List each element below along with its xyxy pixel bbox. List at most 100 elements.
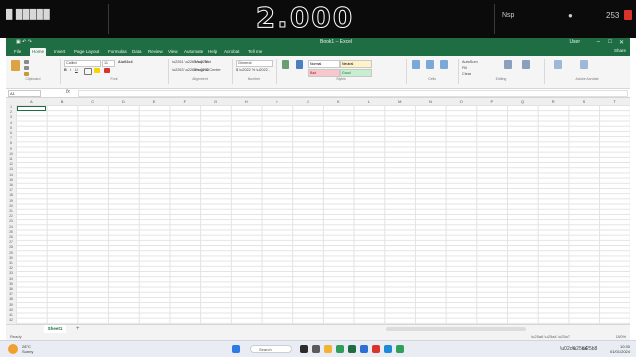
horizontal-scrollbar[interactable] — [386, 327, 526, 331]
start-icon[interactable] — [232, 345, 240, 353]
column-header[interactable]: N — [415, 98, 446, 105]
column-header[interactable]: M — [384, 98, 415, 105]
column-header[interactable]: Q — [507, 98, 538, 105]
column-header[interactable]: J — [292, 98, 323, 105]
format-cells-icon[interactable] — [440, 60, 448, 69]
column-header[interactable]: P — [477, 98, 508, 105]
weather-icon[interactable] — [8, 344, 18, 354]
tab-automate[interactable]: Automate — [182, 48, 205, 56]
tab-file[interactable]: File — [12, 48, 23, 56]
column-header[interactable]: B — [47, 98, 78, 105]
create-pdf-icon[interactable] — [554, 60, 562, 69]
user-name[interactable]: User — [569, 39, 580, 45]
merge-center-button[interactable]: Merge & Center — [194, 68, 221, 72]
tab-acrobat[interactable]: Acrobat — [222, 48, 242, 56]
tab-home[interactable]: Home — [30, 48, 47, 56]
currency-icon[interactable]: $ \u2022 % \u2022 , — [236, 68, 270, 72]
taskbar-search[interactable]: Search — [250, 345, 292, 353]
fill-button[interactable]: Fill — [462, 66, 467, 70]
style-good[interactable]: Good — [340, 69, 372, 77]
name-box[interactable]: A1 — [8, 90, 41, 97]
chrome-icon[interactable] — [372, 345, 380, 353]
store-icon[interactable] — [384, 345, 392, 353]
autosum-button[interactable]: AutoSum — [462, 60, 478, 64]
fill-color-icon[interactable] — [94, 68, 100, 73]
conditional-formatting-icon[interactable] — [282, 60, 289, 69]
column-header[interactable]: L — [354, 98, 385, 105]
font-color-icon[interactable] — [104, 68, 110, 73]
group-label: Clipboard — [25, 77, 41, 81]
widgets-icon[interactable] — [312, 345, 320, 353]
group-label: Adobe Acrobat — [575, 77, 599, 81]
tab-view[interactable]: View — [166, 48, 180, 56]
tab-data[interactable]: Data — [130, 48, 144, 56]
divider — [232, 59, 233, 84]
view-buttons-icon[interactable]: \u25a6 \u25a4 \u25a7 — [531, 334, 570, 339]
maximize-button[interactable]: □ — [608, 39, 612, 45]
column-header[interactable]: I — [262, 98, 293, 105]
column-header[interactable]: K — [323, 98, 354, 105]
tab-page-layout[interactable]: Page Layout — [72, 48, 101, 56]
column-header[interactable]: D — [108, 98, 139, 105]
edge-icon[interactable] — [336, 345, 344, 353]
tab-insert[interactable]: Insert — [52, 48, 67, 56]
insert-cells-icon[interactable] — [412, 60, 420, 69]
tab-review[interactable]: Review — [146, 48, 165, 56]
column-header[interactable]: G — [200, 98, 231, 105]
format-as-table-icon[interactable] — [296, 60, 303, 69]
column-header[interactable]: O — [446, 98, 477, 105]
cell-area[interactable] — [16, 105, 630, 324]
font-grow-icon[interactable]: A\u02c4 — [118, 60, 133, 64]
tab-tell-me[interactable]: Tell me — [246, 48, 264, 56]
style-normal[interactable]: Normal — [308, 60, 340, 68]
clock[interactable]: 10:30 01/01/2024 — [610, 344, 630, 354]
delete-cells-icon[interactable] — [426, 60, 434, 69]
word-icon[interactable] — [360, 345, 368, 353]
zoom-level[interactable]: 100% — [616, 333, 626, 340]
sort-filter-icon[interactable] — [504, 60, 512, 69]
underline-icon[interactable]: U — [75, 68, 78, 72]
tab-help[interactable]: Help — [206, 48, 219, 56]
italic-icon[interactable]: I — [70, 68, 71, 72]
add-sheet-button[interactable]: + — [76, 325, 80, 333]
clear-button[interactable]: Clear — [462, 72, 471, 76]
close-button[interactable]: ✕ — [619, 39, 624, 46]
font-size-select[interactable]: 11 — [102, 60, 115, 67]
font-name-select[interactable]: Calibri — [64, 60, 101, 67]
paste-icon[interactable] — [11, 60, 20, 71]
borders-icon[interactable] — [84, 68, 92, 75]
app-icon[interactable] — [396, 345, 404, 353]
quick-access-toolbar[interactable]: ▣ ↶ ↷ — [16, 39, 32, 45]
bold-icon[interactable]: B — [64, 68, 67, 72]
task-view-icon[interactable] — [300, 345, 308, 353]
weather-widget[interactable]: 28°C Sunny — [22, 344, 33, 354]
column-header[interactable]: S — [569, 98, 600, 105]
column-header[interactable]: H — [231, 98, 262, 105]
excel-taskbar-icon[interactable] — [348, 345, 356, 353]
column-header[interactable]: A — [16, 98, 47, 105]
cut-icon[interactable] — [24, 60, 29, 64]
share-button[interactable]: Share — [614, 48, 626, 53]
style-neutral[interactable]: Neutral — [340, 60, 372, 68]
column-header[interactable]: C — [77, 98, 108, 105]
column-header[interactable]: F — [170, 98, 201, 105]
wrap-text-button[interactable]: Wrap Text — [194, 60, 211, 64]
find-select-icon[interactable] — [522, 60, 530, 69]
share-pdf-icon[interactable] — [580, 60, 588, 69]
column-header[interactable]: E — [139, 98, 170, 105]
column-header[interactable]: T — [599, 98, 630, 105]
minimize-button[interactable]: – — [597, 39, 600, 45]
column-header[interactable]: R — [538, 98, 569, 105]
style-bad[interactable]: Bad — [308, 69, 340, 77]
file-explorer-icon[interactable] — [324, 345, 332, 353]
volume-icon[interactable]: \u25b8 — [582, 346, 597, 352]
fx-icon[interactable]: fx — [66, 89, 70, 95]
copy-icon[interactable] — [24, 66, 29, 70]
selected-cell[interactable] — [17, 106, 46, 111]
format-painter-icon[interactable] — [24, 72, 29, 76]
status-bar: Ready \u25a6 \u25a4 \u25a7 100% — [6, 333, 630, 340]
number-format-select[interactable]: General — [236, 60, 273, 67]
row-header[interactable]: 42 — [6, 318, 16, 323]
formula-input[interactable] — [78, 90, 628, 97]
tab-formulas[interactable]: Formulas — [106, 48, 129, 56]
